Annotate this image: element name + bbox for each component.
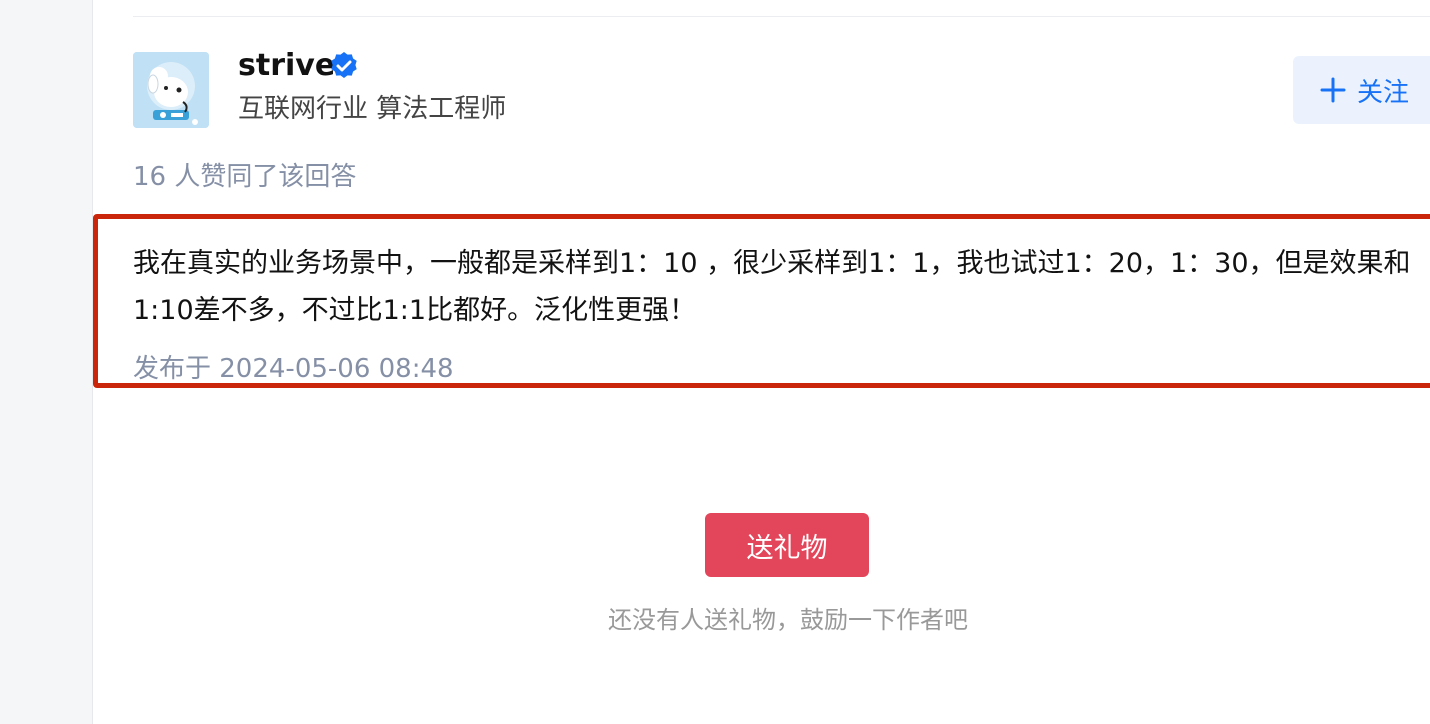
publish-time[interactable]: 发布于 2024-05-06 08:48 [133,350,454,388]
left-gutter [0,0,93,724]
author-avatar[interactable] [133,52,209,128]
cartoon-dog-avatar-icon [133,52,209,128]
answer-page: strive 互联网行业 算法工程师 关注 16 人赞同了该回答 我在真实的业务… [0,0,1430,724]
follow-button[interactable]: 关注 [1293,56,1430,124]
follow-button-label: 关注 [1357,77,1410,108]
send-gift-button[interactable]: 送礼物 [705,513,869,577]
divider [133,16,1430,17]
plus-icon [1320,77,1346,103]
likes-info[interactable]: 16 人赞同了该回答 [133,158,356,196]
author-headline: 互联网行业 算法工程师 [238,94,507,124]
gift-hint: 还没有人送礼物，鼓励一下作者吧 [608,606,968,634]
author-name[interactable]: strive [238,46,335,86]
send-gift-label: 送礼物 [746,532,828,564]
verified-badge-icon [331,52,357,78]
answer-text: 我在真实的业务场景中，一般都是采样到1：10 ，很少采样到1：1，我也试过1：2… [133,248,1411,326]
